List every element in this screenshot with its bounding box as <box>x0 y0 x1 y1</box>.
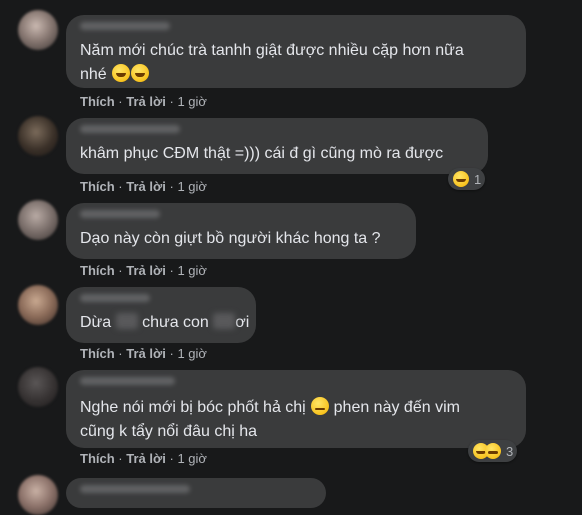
comment-actions: Thích · Trả lời · 1 giờ <box>80 179 207 194</box>
reply-link[interactable]: Trả lời <box>126 451 166 466</box>
separator: · <box>118 451 123 466</box>
sad-emoji-icon <box>311 397 330 415</box>
laughing-emoji-icon <box>131 64 150 82</box>
like-link[interactable]: Thích <box>80 263 115 278</box>
comment-text: khâm phục CĐM thật =))) cái đ gì cũng mò… <box>80 142 443 166</box>
haha-reaction-icon <box>453 171 469 187</box>
timestamp[interactable]: 1 giờ <box>177 94 207 109</box>
blurred-name <box>80 485 190 493</box>
censored-text <box>115 313 138 329</box>
avatar[interactable] <box>18 116 58 156</box>
comment-text: Năm mới chúc trà tanhh giật được nhiều c… <box>80 39 464 87</box>
separator: · <box>118 263 123 278</box>
timestamp[interactable]: 1 giờ <box>177 263 207 278</box>
comment-bubble: khâm phục CĐM thật =))) cái đ gì cũng mò… <box>66 118 488 174</box>
timestamp[interactable]: 1 giờ <box>177 451 207 466</box>
reaction-count: 1 <box>474 171 482 187</box>
reactions-summary[interactable]: 1 <box>448 168 486 190</box>
comment-text: Dạo này còn giựt bồ người khác hong ta ? <box>80 227 381 251</box>
separator: · <box>118 346 123 361</box>
comment-line: khâm phục CĐM thật =))) cái đ gì cũng mò… <box>80 145 444 162</box>
comment-bubble-partial <box>66 478 326 508</box>
reply-link[interactable]: Trả lời <box>126 179 166 194</box>
comment-line: cũng k tẩy nổi đâu chị ha <box>80 423 258 440</box>
reply-link[interactable]: Trả lời <box>126 346 166 361</box>
separator: · <box>118 179 123 194</box>
blurred-name <box>80 125 180 133</box>
reply-link[interactable]: Trả lời <box>126 94 166 109</box>
comment-fragment: Dừa <box>80 314 112 331</box>
comment-line: Dạo này còn giựt bồ người khác hong ta ? <box>80 230 381 247</box>
comment-text: Dừa chưa con ơi <box>80 311 249 335</box>
timestamp[interactable]: 1 giờ <box>177 179 207 194</box>
reply-link[interactable]: Trả lời <box>126 263 166 278</box>
separator: · <box>118 94 123 109</box>
reaction-count: 3 <box>506 443 514 459</box>
comment-actions: Thích · Trả lời · 1 giờ <box>80 263 207 278</box>
comment-fragment: ơi <box>235 314 250 331</box>
avatar[interactable] <box>18 285 58 325</box>
comment-bubble: Dừa chưa con ơi <box>66 287 256 343</box>
comment-bubble: Năm mới chúc trà tanhh giật được nhiều c… <box>66 15 526 88</box>
blurred-name <box>80 22 170 30</box>
comment-line: nhé <box>80 66 107 83</box>
comment-bubble: Nghe nói mới bị bóc phốt hả chị phen này… <box>66 370 526 448</box>
blurred-name <box>80 377 175 385</box>
reactions-summary[interactable]: 3 <box>468 440 518 462</box>
comment-actions: Thích · Trả lời · 1 giờ <box>80 451 207 466</box>
separator: · <box>169 179 174 194</box>
comment-line: Năm mới chúc trà tanhh giật được nhiều c… <box>80 42 464 59</box>
separator: · <box>169 94 174 109</box>
comment-actions: Thích · Trả lời · 1 giờ <box>80 346 207 361</box>
separator: · <box>169 346 174 361</box>
like-link[interactable]: Thích <box>80 179 115 194</box>
sad-reaction-icon <box>485 443 501 459</box>
avatar[interactable] <box>18 10 58 50</box>
avatar[interactable] <box>18 367 58 407</box>
comment-actions: Thích · Trả lời · 1 giờ <box>80 94 207 109</box>
blurred-name <box>80 294 150 302</box>
comment-line: Nghe nói mới bị bóc phốt hả chị <box>80 399 306 416</box>
blurred-name <box>80 210 160 218</box>
laughing-emoji-icon <box>112 64 131 82</box>
comment-line: phen này đến vim <box>333 399 460 416</box>
separator: · <box>169 451 174 466</box>
like-link[interactable]: Thích <box>80 451 115 466</box>
like-link[interactable]: Thích <box>80 346 115 361</box>
censored-text <box>213 313 236 329</box>
avatar[interactable] <box>18 475 58 515</box>
like-link[interactable]: Thích <box>80 94 115 109</box>
comment-fragment: chưa con <box>142 314 209 331</box>
separator: · <box>169 263 174 278</box>
comment-text: Nghe nói mới bị bóc phốt hả chị phen này… <box>80 396 460 444</box>
avatar[interactable] <box>18 200 58 240</box>
timestamp[interactable]: 1 giờ <box>177 346 207 361</box>
comment-bubble: Dạo này còn giựt bồ người khác hong ta ? <box>66 203 416 259</box>
